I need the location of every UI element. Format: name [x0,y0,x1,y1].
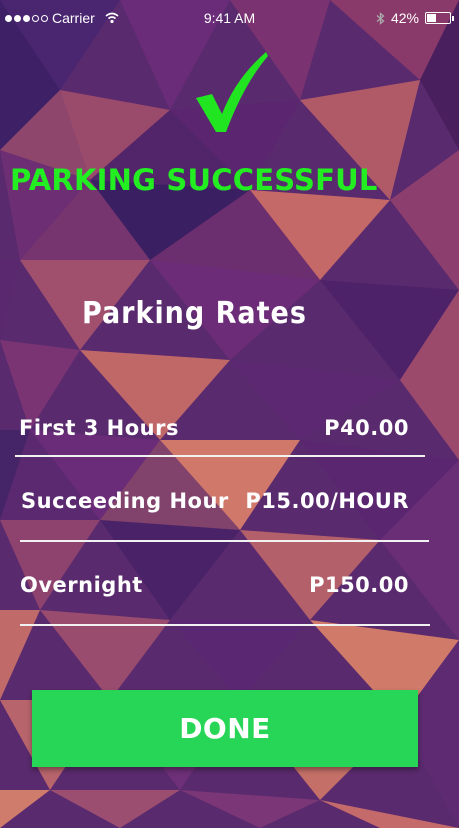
row-divider [15,455,425,457]
battery-level [427,14,437,22]
rate-value-first-3-hours: P40.00 [324,416,409,440]
status-bar: Carrier 9:41 AM 42% [0,0,459,36]
row-divider [20,624,430,626]
battery-percent: 42% [390,10,419,26]
rate-label-overnight: Overnight [20,573,143,597]
row-divider [20,540,429,542]
rate-label-succeeding-hour: Succeeding Hour [21,489,229,513]
rate-label-first-3-hours: First 3 Hours [19,416,179,440]
status-right: 42% [376,10,454,26]
done-label: DONE [179,712,271,745]
rate-value-overnight: P150.00 [309,573,409,597]
done-button[interactable]: DONE [32,690,418,767]
success-title: PARKING SUCCESSFUL [10,163,378,197]
rate-value-succeeding-hour: P15.00/HOUR [245,489,409,513]
rates-title: Parking Rates [82,296,307,331]
checkmark-icon [196,52,268,132]
bluetooth-icon [376,11,385,25]
battery-icon [425,12,454,24]
